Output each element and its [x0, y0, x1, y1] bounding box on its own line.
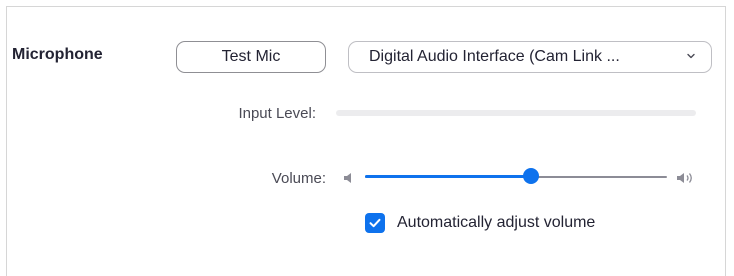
checkmark-icon: [369, 218, 381, 228]
chevron-down-icon: [687, 53, 695, 59]
volume-slider[interactable]: [343, 168, 703, 188]
speaker-high-icon: [677, 173, 692, 183]
input-level-label: Input Level:: [238, 105, 316, 122]
microphone-device-value: Digital Audio Interface (Cam Link ...: [369, 48, 620, 65]
auto-adjust-volume-label: Automatically adjust volume: [397, 214, 596, 231]
test-mic-button[interactable]: Test Mic: [176, 41, 326, 73]
auto-adjust-volume-option[interactable]: Automatically adjust volume: [365, 213, 595, 233]
microphone-device-select[interactable]: Digital Audio Interface (Cam Link ...: [348, 41, 712, 73]
volume-slider-thumb[interactable]: [523, 168, 540, 184]
volume-slider-fill: [365, 175, 532, 178]
auto-adjust-volume-checkbox[interactable]: [365, 213, 385, 233]
speaker-low-icon: [344, 173, 351, 183]
volume-label: Volume:: [271, 170, 326, 187]
input-level-meter: [336, 110, 696, 116]
microphone-section-label: Microphone: [12, 46, 103, 63]
